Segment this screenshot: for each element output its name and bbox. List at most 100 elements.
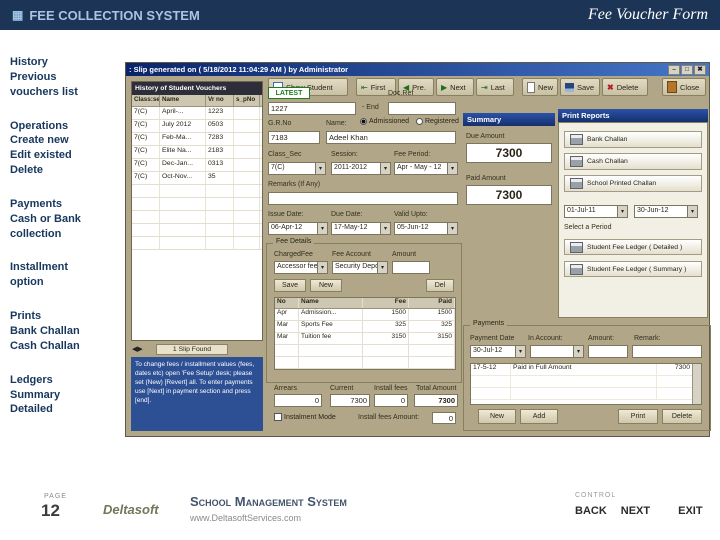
summary-header: Summary [463, 113, 555, 126]
ledger-from-date-select[interactable]: 01-Jul-11 ▾ [564, 205, 628, 218]
class-sec-select[interactable]: 7(C) ▾ [268, 162, 326, 175]
history-table-header[interactable]: Class:sec Name Vr no s_pNo [132, 95, 262, 107]
payment-amount-input[interactable] [588, 345, 628, 358]
history-cell: 7(C) [132, 172, 160, 184]
admissioned-label: Admissioned [369, 118, 410, 125]
history-cell [234, 172, 260, 184]
fee-account-select[interactable]: Security Deposit ▾ [332, 261, 388, 274]
charged-fee-select[interactable]: Accessor fee ▾ [274, 261, 328, 274]
exit-button[interactable]: EXIT [678, 505, 702, 517]
payment-remark-input[interactable] [632, 345, 702, 358]
payments-title: Payments [470, 320, 508, 327]
instalment-mode-checkbox[interactable]: Instalment Mode [274, 413, 336, 421]
next-button[interactable]: ▶ Next [436, 78, 474, 96]
issue-date-select[interactable]: 06-Apr-12 ▾ [268, 222, 328, 235]
payment-new-button[interactable]: New [478, 409, 516, 424]
panel-collapse-arrows-icon[interactable]: ◀▶ [132, 345, 143, 353]
payment-delete-button[interactable]: Delete [662, 409, 702, 424]
history-cell: Dec-Jan... [160, 159, 206, 171]
history-row[interactable]: 7(C) April-... 1223 [132, 107, 262, 120]
chevron-down-icon[interactable]: ▾ [573, 346, 583, 357]
fee-del-button[interactable]: Del [426, 279, 454, 292]
due-date-select[interactable]: 17-May-12 ▾ [331, 222, 391, 235]
history-col[interactable]: Name [160, 95, 206, 106]
chevron-down-icon[interactable]: ▾ [315, 163, 325, 174]
minimize-button[interactable]: – [668, 64, 680, 75]
install-amount-input[interactable]: 0 [432, 412, 456, 424]
chevron-down-icon[interactable]: ▾ [317, 262, 327, 273]
printer-icon [570, 263, 583, 275]
chevron-down-icon[interactable]: ▾ [380, 223, 390, 234]
chevron-down-icon[interactable]: ▾ [317, 223, 327, 234]
sidebar: History Previous vouchers list Operation… [10, 55, 122, 436]
history-col[interactable]: Vr no [206, 95, 234, 106]
chevron-down-icon[interactable]: ▾ [515, 346, 525, 357]
payments-scrollbar[interactable] [692, 364, 701, 404]
prev-label: Pre. [412, 82, 426, 92]
history-row[interactable]: 7(C) Elite Na... 2183 [132, 146, 262, 159]
fee-col[interactable]: Fee [363, 298, 409, 308]
maximize-button[interactable]: □ [681, 64, 693, 75]
payment-add-button[interactable]: Add [520, 409, 558, 424]
chevron-down-icon[interactable]: ▾ [447, 223, 457, 234]
fee-new-button[interactable]: New [310, 279, 342, 292]
school-challan-button[interactable]: School Printed Challan [564, 175, 702, 192]
history-row[interactable]: 7(C) Dec-Jan... 0313 [132, 159, 262, 172]
chevron-down-icon[interactable]: ▾ [377, 262, 387, 273]
window-titlebar[interactable]: : Slip generated on ( 5/18/2012 11:04:29… [126, 63, 709, 76]
save-button[interactable]: Save [560, 78, 600, 96]
payment-row[interactable]: 17-5-12 Paid in Full Amount 7300 [471, 364, 701, 376]
history-empty-row [132, 224, 262, 237]
fee-col[interactable]: No [275, 298, 299, 308]
close-window-button[interactable]: ✖ [694, 64, 706, 75]
last-button[interactable]: ⇥ Last [476, 78, 514, 96]
cash-challan-button[interactable]: Cash Challan [564, 153, 702, 170]
ledger-to-date-select[interactable]: 30-Jun-12 ▾ [634, 205, 698, 218]
print-reports-header: Print Reports [558, 109, 708, 122]
history-row[interactable]: 7(C) July 2012 0503 [132, 120, 262, 133]
instalment-mode-label: Instalment Mode [284, 413, 336, 421]
bank-challan-button[interactable]: Bank Challan [564, 131, 702, 148]
chevron-down-icon[interactable]: ▾ [617, 206, 627, 217]
close-button[interactable]: Close [662, 78, 706, 96]
voucher-suffix-label: - End [362, 104, 379, 111]
next-button-slide[interactable]: NEXT [621, 505, 650, 517]
chevron-down-icon[interactable]: ▾ [447, 163, 457, 174]
fee-amount-input[interactable] [392, 261, 430, 274]
remarks-input[interactable] [268, 192, 458, 205]
sidebar-group-ledgers: Ledgers Summary Detailed [10, 373, 122, 418]
fee-period-select[interactable]: Apr - May - 12 ▾ [394, 162, 458, 175]
chevron-down-icon[interactable]: ▾ [380, 163, 390, 174]
fee-row[interactable]: Mar Tuition fee 3150 3150 [275, 333, 455, 345]
fee-save-button[interactable]: Save [274, 279, 306, 292]
gr-no-label: G.R.No [268, 120, 292, 127]
ledger-summary-button[interactable]: Student Fee Ledger ( Summary ) [564, 261, 702, 277]
ledger-detailed-button[interactable]: Student Fee Ledger ( Detailed ) [564, 239, 702, 255]
chevron-down-icon[interactable]: ▾ [687, 206, 697, 217]
fee-table-header[interactable]: No Name Fee Paid [275, 298, 455, 309]
payment-print-button[interactable]: Print [618, 409, 658, 424]
gr-no-input[interactable]: 7183 [268, 131, 320, 144]
back-button[interactable]: BACK [575, 505, 607, 517]
delete-button[interactable]: ✖ Delete [602, 78, 648, 96]
admissioned-radio[interactable]: Admissioned [360, 118, 409, 125]
session-select[interactable]: 2011-2012 ▾ [331, 162, 391, 175]
voucher-no-input[interactable]: 1227 [268, 102, 356, 115]
history-row[interactable]: 7(C) Oct-Nov... 35 [132, 172, 262, 185]
fee-row[interactable]: Mar Sports Fee 325 325 [275, 321, 455, 333]
history-col[interactable]: Class:sec [132, 95, 160, 106]
payment-date-select[interactable]: 30-Jul-12 ▾ [470, 345, 526, 358]
fee-col[interactable]: Name [299, 298, 363, 308]
valid-upto-select[interactable]: 05-Jun-12 ▾ [394, 222, 458, 235]
fee-col[interactable]: Paid [409, 298, 455, 308]
history-col[interactable]: s_pNo [234, 95, 260, 106]
in-account-select[interactable]: ▾ [530, 345, 584, 358]
new-button[interactable]: New [522, 78, 558, 96]
history-row[interactable]: 7(C) Feb-Ma... 7283 [132, 133, 262, 146]
form-name-title: Fee Voucher Form [588, 6, 708, 23]
student-name-input[interactable]: Adeel Khan [326, 131, 456, 144]
fee-row[interactable]: Apr Admission... 1500 1500 [275, 309, 455, 321]
doc-ref-input[interactable] [388, 102, 456, 115]
registered-radio[interactable]: Registered [416, 118, 459, 125]
website-link[interactable]: www.DeltasoftServices.com [190, 513, 301, 523]
